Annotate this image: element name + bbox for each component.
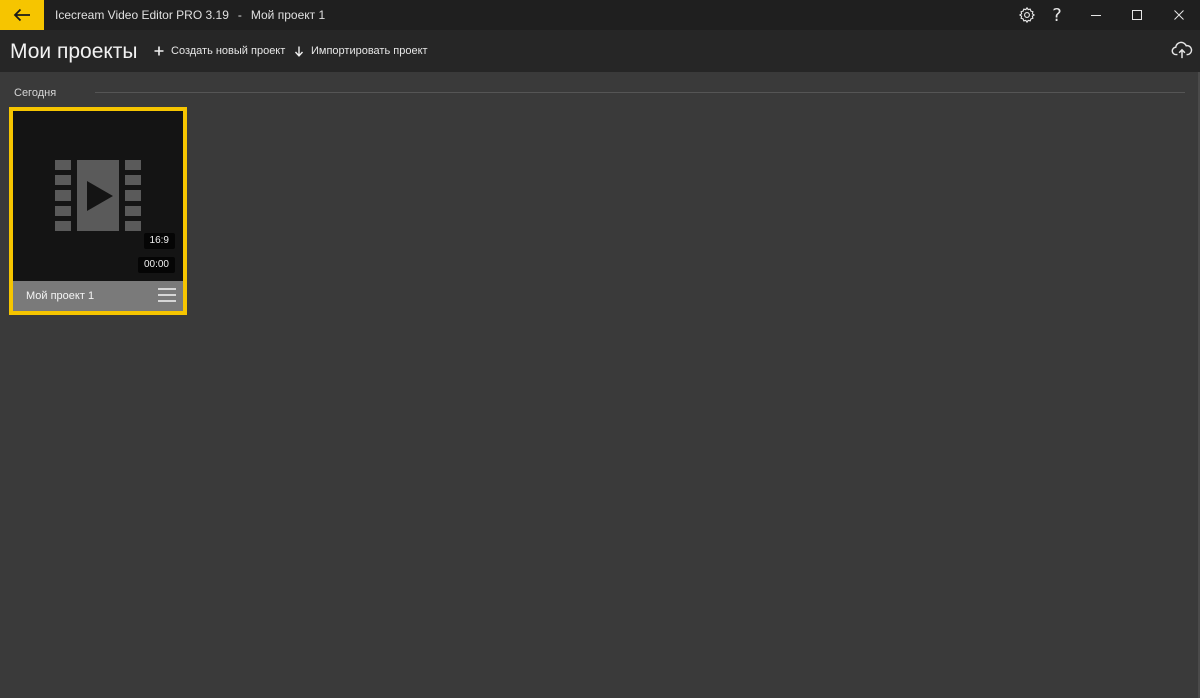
title-separator: -: [237, 8, 242, 22]
minimize-button[interactable]: [1073, 0, 1119, 30]
section-label-today: Сегодня: [14, 87, 57, 99]
window-title: Icecream Video Editor PRO 3.19- Мой проек…: [55, 0, 325, 30]
project-card-footer: Мой проект 1: [13, 281, 183, 311]
close-icon: [1174, 10, 1184, 20]
project-menu-button[interactable]: [157, 287, 177, 305]
project-card[interactable]: 16:9 00:00 Мой проект 1: [9, 107, 187, 315]
page-title: Мои проекты: [10, 40, 138, 63]
current-project-name: Мой проект 1: [250, 8, 326, 22]
section-divider: [95, 92, 1185, 93]
arrow-left-icon: [13, 8, 30, 22]
arrow-down-icon: [294, 46, 304, 57]
project-name: Мой проект 1: [26, 290, 95, 302]
title-bar: Icecream Video Editor PRO 3.19- Мой проек…: [0, 0, 1200, 30]
maximize-icon: [1132, 10, 1142, 20]
import-project-label: Импортировать проект: [311, 45, 428, 57]
header-toolbar: Мои проекты Создать новый проект Импорти…: [0, 30, 1200, 72]
minimize-icon: [1091, 15, 1101, 16]
back-button[interactable]: [0, 0, 44, 30]
cloud-upload-icon: [1171, 41, 1193, 59]
maximize-button[interactable]: [1114, 0, 1160, 30]
question-icon: ?: [1052, 4, 1062, 26]
project-thumbnail[interactable]: 16:9 00:00: [13, 111, 183, 281]
plus-icon: [154, 46, 164, 56]
duration-badge: 00:00: [137, 257, 175, 273]
create-project-label: Создать новый проект: [171, 45, 286, 57]
hamburger-menu-icon: [158, 288, 176, 302]
cloud-upload-button[interactable]: [1170, 40, 1194, 62]
create-project-button[interactable]: Создать новый проект: [154, 30, 285, 72]
import-project-button[interactable]: Импортировать проект: [294, 30, 428, 72]
app-name: Icecream Video Editor PRO 3.19: [55, 8, 229, 22]
close-button[interactable]: [1156, 0, 1200, 30]
film-play-icon: [55, 160, 141, 231]
aspect-ratio-badge: 16:9: [143, 233, 175, 249]
